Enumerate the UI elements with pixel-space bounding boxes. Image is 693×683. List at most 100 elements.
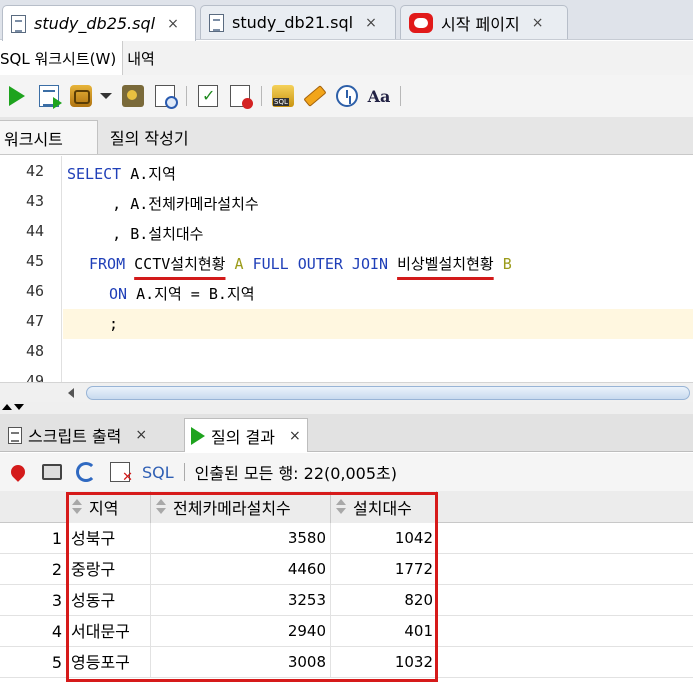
column-header-cameras[interactable]: 전체카메라설치수	[151, 491, 331, 523]
cell-region[interactable]: 성동구	[67, 585, 151, 616]
tab-query-builder[interactable]: 질의 작성기	[98, 120, 189, 154]
file-tab-label: study_db25.sql	[34, 14, 156, 33]
tab-sql-worksheet[interactable]: SQL 워크시트(W)	[0, 41, 124, 75]
commit-icon	[198, 85, 218, 107]
sql-file-icon	[209, 13, 224, 32]
keyword-on: ON	[109, 285, 128, 303]
close-tab-button[interactable]: ×	[289, 428, 301, 444]
cell-cameras[interactable]: 2940	[151, 616, 331, 647]
scroll-left-icon[interactable]	[68, 388, 74, 398]
chevron-down-icon[interactable]	[100, 93, 112, 99]
clear-button[interactable]	[302, 83, 328, 109]
cell-cameras[interactable]: 3580	[151, 523, 331, 554]
line-number: 47	[25, 312, 44, 330]
keyword-from: FROM	[89, 255, 126, 273]
file-tab-study-db25[interactable]: study_db25.sql ×	[2, 5, 196, 41]
unshared-sql-button[interactable]	[270, 83, 296, 109]
format-case-button[interactable]: Aa	[366, 83, 392, 109]
tuning-advisor-icon	[155, 85, 178, 109]
tab-script-output[interactable]: 스크립트 출력 ×	[2, 418, 153, 452]
cell-bells[interactable]: 820	[331, 585, 437, 616]
column-header-region[interactable]: 지역	[67, 491, 151, 523]
table-name-cctv: CCTV설치현황	[134, 255, 226, 273]
run-script-button[interactable]	[36, 83, 62, 109]
cell-cameras[interactable]: 3008	[151, 647, 331, 678]
cell-region[interactable]: 영등포구	[67, 647, 151, 678]
collapse-down-icon[interactable]	[14, 404, 24, 410]
sort-icon[interactable]	[335, 499, 347, 515]
cell-bells[interactable]: 401	[331, 616, 437, 647]
column-label: 전체카메라설치수	[173, 499, 291, 518]
column-label: 지역	[89, 499, 119, 518]
sort-icon[interactable]	[71, 499, 83, 515]
table-row[interactable]: 5 영등포구 3008 1032	[0, 647, 693, 678]
editor-horizontal-scrollbar[interactable]	[0, 382, 693, 402]
rollback-icon	[230, 85, 253, 109]
close-tab-button[interactable]: ×	[532, 15, 544, 31]
tab-query-result[interactable]: 질의 결과 ×	[184, 418, 308, 452]
line-number: 42	[25, 162, 44, 180]
table-row[interactable]: 1 성북구 3580 1042	[0, 523, 693, 554]
cell-cameras[interactable]: 3253	[151, 585, 331, 616]
print-button[interactable]	[40, 460, 64, 484]
freeze-view-button[interactable]	[6, 460, 30, 484]
cell-region[interactable]: 중랑구	[67, 554, 151, 585]
table-row[interactable]: 4 서대문구 2940 401	[0, 616, 693, 647]
table-row[interactable]: 2 중랑구 4460 1772	[0, 554, 693, 585]
table-alias-b: B	[502, 255, 512, 273]
line-number: 44	[25, 222, 44, 240]
file-tab-study-db21[interactable]: study_db21.sql ×	[200, 5, 396, 39]
refresh-button[interactable]	[74, 460, 98, 484]
sql-editor[interactable]: 42 43 44 45 46 47 48 49 SELECT A.지역 , A.…	[0, 156, 693, 382]
editor-toolbar: Aa	[0, 75, 693, 117]
file-tab-start-page[interactable]: 시작 페이지 ×	[400, 5, 568, 39]
rollback-button[interactable]	[227, 83, 253, 109]
cell-bells[interactable]: 1772	[331, 554, 437, 585]
script-output-icon	[8, 426, 22, 444]
table-row[interactable]: 3 성동구 3253 820	[0, 585, 693, 616]
autotrace-button[interactable]	[68, 83, 94, 109]
row-number: 5	[51, 653, 62, 672]
explain-plan-button[interactable]	[120, 83, 146, 109]
cell-bells[interactable]: 1042	[331, 523, 437, 554]
run-icon	[9, 86, 25, 106]
sql-button[interactable]: SQL	[142, 463, 174, 482]
code-line-43: , A.전체카메라설치수	[67, 195, 259, 213]
sort-icon[interactable]	[155, 499, 167, 515]
run-statement-button[interactable]	[4, 83, 30, 109]
toolbar-separator	[186, 86, 187, 106]
collapse-up-icon[interactable]	[2, 404, 12, 410]
delete-button[interactable]	[108, 460, 133, 485]
line-number-gutter: 42 43 44 45 46 47 48 49	[0, 156, 62, 382]
oracle-icon	[409, 12, 433, 33]
column-header-bells[interactable]: 설치대수	[331, 491, 437, 523]
table-alias-a: A	[234, 255, 244, 273]
pane-splitter[interactable]	[0, 402, 693, 414]
tab-history[interactable]: 내역	[127, 48, 155, 69]
toolbar-separator	[183, 463, 185, 481]
code-line-44: , B.설치대수	[67, 225, 204, 243]
tab-label: 워크시트	[4, 129, 63, 149]
code-text: A.지역	[121, 165, 176, 183]
sql-worksheet-icon	[272, 85, 294, 107]
cell-region[interactable]: 서대문구	[67, 616, 151, 647]
close-tab-button[interactable]: ×	[167, 16, 179, 32]
worksheet-sub-tabs: SQL 워크시트(W) 내역	[0, 41, 693, 75]
sql-tuning-button[interactable]	[152, 83, 178, 109]
row-number: 3	[51, 591, 62, 610]
sql-history-button[interactable]	[334, 83, 360, 109]
tab-worksheet[interactable]: 워크시트	[0, 120, 98, 154]
explain-plan-icon	[122, 85, 144, 107]
result-grid: 지역 전체카메라설치수 설치대수 1 성북구 3580 1042 2 중랑구 4…	[0, 491, 693, 683]
code-line-47: ;	[63, 309, 693, 339]
cell-cameras[interactable]: 4460	[151, 554, 331, 585]
scrollbar-thumb[interactable]	[86, 386, 690, 400]
close-tab-button[interactable]: ×	[135, 427, 147, 443]
cell-bells[interactable]: 1032	[331, 647, 437, 678]
column-label: 설치대수	[353, 499, 412, 518]
commit-button[interactable]	[195, 83, 221, 109]
tab-label: 스크립트 출력	[28, 427, 122, 446]
result-toolbar: SQL 인출된 모든 행: 22(0,005초)	[0, 453, 693, 491]
close-tab-button[interactable]: ×	[365, 15, 377, 31]
cell-region[interactable]: 성북구	[67, 523, 151, 554]
